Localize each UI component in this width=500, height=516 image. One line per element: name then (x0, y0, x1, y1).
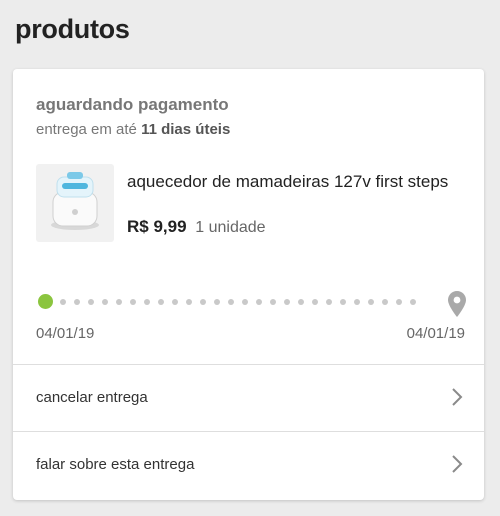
cancel-delivery-button[interactable]: cancelar entrega (13, 365, 484, 431)
product-price: R$ 9,99 (127, 217, 187, 236)
progress-dot (74, 299, 80, 305)
progress-dot (284, 299, 290, 305)
product-name[interactable]: aquecedor de mamadeiras 127v first steps (127, 171, 457, 193)
delivery-days: 11 dias úteis (141, 121, 231, 138)
progress-dot (312, 299, 318, 305)
product-image[interactable] (36, 164, 114, 242)
product-quantity: 1 unidade (195, 219, 266, 236)
progress-dot (200, 299, 206, 305)
baby-bottle-warmer-image (51, 172, 99, 230)
order-card: aguardando pagamento entrega em até 11 d… (13, 69, 484, 500)
price-row: R$ 9,99 1 unidade (127, 217, 266, 237)
progress-start-date: 04/01/19 (36, 325, 95, 342)
progress-dot (340, 299, 346, 305)
progress-dot (130, 299, 136, 305)
progress-dot (270, 299, 276, 305)
talk-about-delivery-button[interactable]: falar sobre esta entrega (13, 432, 484, 498)
delivery-prefix: entrega em até (36, 121, 137, 138)
page-title: produtos (15, 14, 130, 44)
progress-dot (326, 299, 332, 305)
progress-dot (158, 299, 164, 305)
progress-dot (382, 299, 388, 305)
progress-dot (102, 299, 108, 305)
progress-end-date: 04/01/19 (406, 325, 465, 342)
progress-start-marker (38, 294, 53, 309)
progress-dot (298, 299, 304, 305)
progress-dot (116, 299, 122, 305)
location-pin-icon (448, 291, 466, 317)
progress-dot (354, 299, 360, 305)
progress-dot (256, 299, 262, 305)
progress-dot (144, 299, 150, 305)
progress-dot (88, 299, 94, 305)
delivery-estimate: entrega em até 11 dias úteis (36, 121, 230, 138)
progress-dot (368, 299, 374, 305)
talk-about-delivery-label: falar sobre esta entrega (36, 456, 195, 473)
progress-dot (186, 299, 192, 305)
chevron-right-icon (452, 388, 463, 406)
progress-dot (228, 299, 234, 305)
progress-dot (396, 299, 402, 305)
order-status: aguardando pagamento (36, 95, 229, 114)
progress-dot (242, 299, 248, 305)
progress-dot (214, 299, 220, 305)
progress-dot (410, 299, 416, 305)
progress-dot (172, 299, 178, 305)
progress-dot (60, 299, 66, 305)
cancel-delivery-label: cancelar entrega (36, 389, 148, 406)
chevron-right-icon (452, 455, 463, 473)
